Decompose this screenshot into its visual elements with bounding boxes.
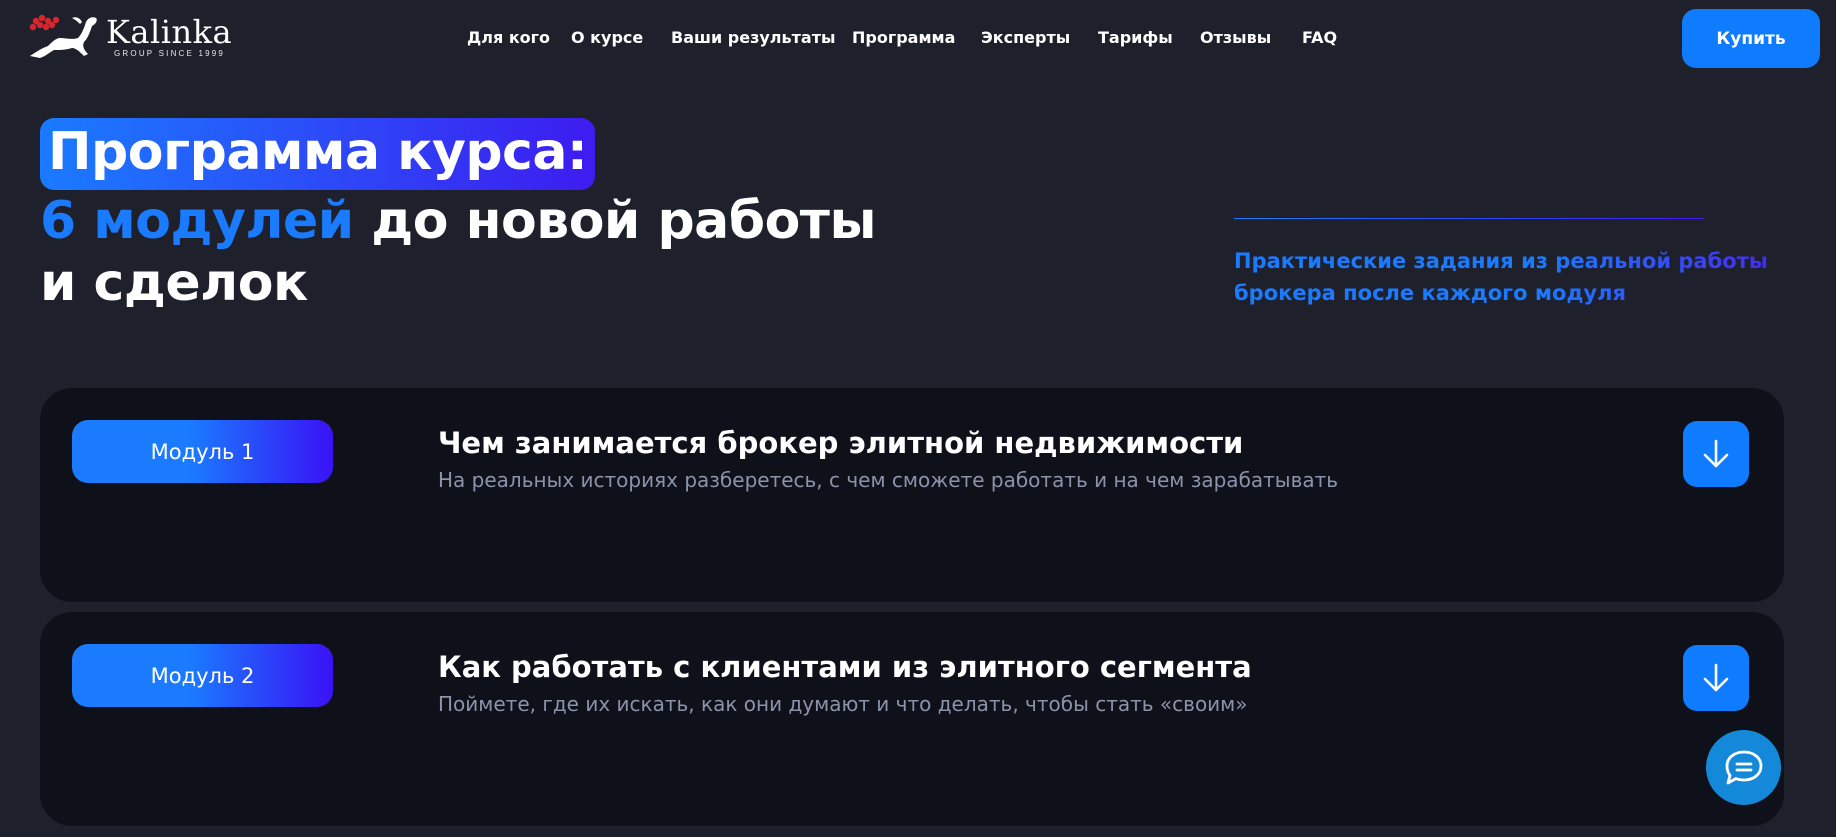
nav-item-about[interactable]: О курсе (571, 26, 643, 50)
expand-button[interactable] (1683, 421, 1749, 487)
nav-item-experts[interactable]: Эксперты (981, 26, 1070, 50)
nav-item-program[interactable]: Программа (852, 26, 955, 50)
nav-item-reviews[interactable]: Отзывы (1200, 26, 1271, 50)
logo-tagline: GROUP SINCE 1999 (114, 49, 226, 58)
page: Kalinka GROUP SINCE 1999 Для кого О курс… (0, 0, 1836, 837)
nav-item-results[interactable]: Ваши результаты (671, 26, 835, 50)
title-accent: 6 модулей (40, 191, 354, 251)
arrow-down-icon (1703, 663, 1729, 692)
module-title: Чем занимается брокер элитной недвижимос… (438, 426, 1244, 460)
module-description: Поймете, где их искать, как они думают и… (438, 692, 1248, 716)
hero-title: Программа курса: 6 модулей до новой рабо… (40, 118, 900, 314)
nav-item-faq[interactable]: FAQ (1302, 26, 1337, 50)
module-card[interactable]: Модуль 2 Как работать с клиентами из эли… (40, 612, 1784, 826)
title-line-3: и сделок (40, 253, 308, 313)
title-line-2: 6 модулей до новой работы (40, 190, 900, 252)
module-description: На реальных историях разберетесь, с чем … (438, 468, 1339, 492)
chat-bubble-icon (1725, 750, 1762, 784)
module-badge: Модуль 2 (72, 644, 333, 707)
nav-item-for-whom[interactable]: Для кого (467, 26, 550, 50)
nav-item-tariffs[interactable]: Тарифы (1098, 26, 1173, 50)
buy-button[interactable]: Купить (1682, 9, 1820, 68)
main-nav: Для кого О курсе Ваши результаты Програм… (0, 26, 1836, 50)
module-card[interactable]: Модуль 1 Чем занимается брокер элитной н… (40, 388, 1784, 602)
chat-button[interactable] (1706, 730, 1781, 805)
hero-divider (1234, 218, 1704, 219)
arrow-down-icon (1703, 439, 1729, 468)
module-badge: Модуль 1 (72, 420, 333, 483)
title-rest: до новой работы (353, 191, 876, 251)
module-title: Как работать с клиентами из элитного сег… (438, 650, 1252, 684)
hero-note: Практические задания из реальной работы … (1234, 245, 1794, 309)
expand-button[interactable] (1683, 645, 1749, 711)
title-highlight: Программа курса: (40, 118, 596, 190)
